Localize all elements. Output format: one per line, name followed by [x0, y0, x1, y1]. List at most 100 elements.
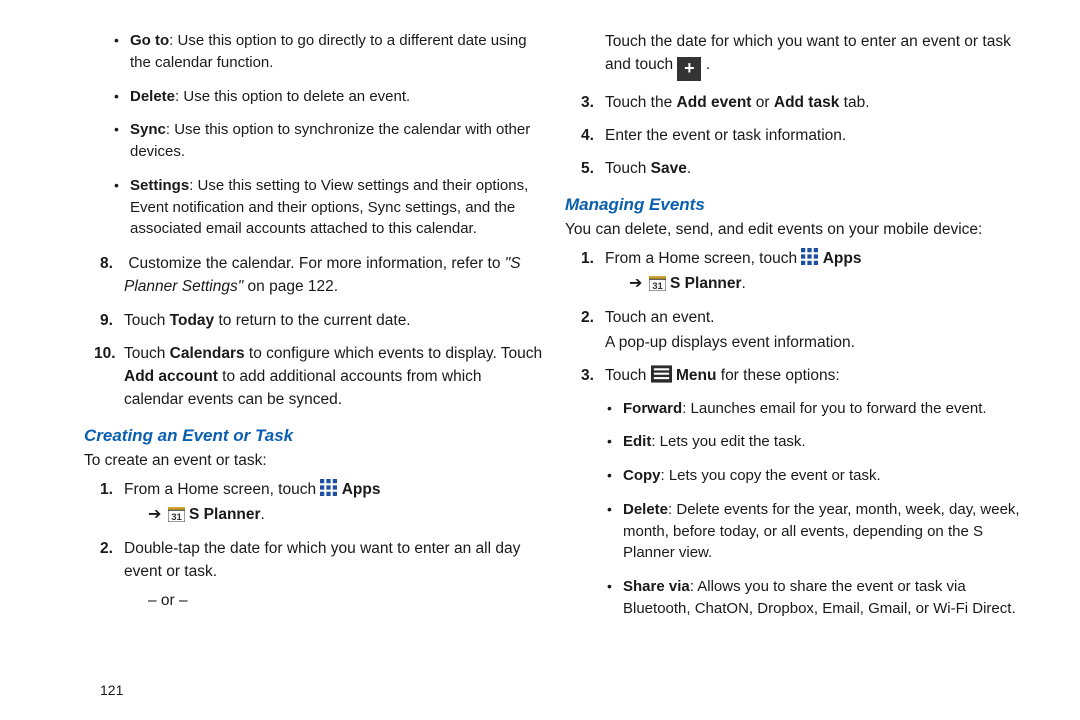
- text: .: [706, 56, 710, 73]
- ui-label: S Planner: [189, 506, 261, 523]
- step-9: 9. Touch Today to return to the current …: [124, 309, 545, 332]
- step-4: 4. Enter the event or task information.: [605, 124, 1026, 147]
- step-number: 5.: [581, 157, 594, 180]
- step-1: 1. From a Home screen, touch Apps ➔ 31 S…: [124, 478, 545, 527]
- desc: : Lets you copy the event or task.: [661, 467, 881, 484]
- manage-steps: 1. From a Home screen, touch Apps ➔ 31 S…: [581, 247, 1026, 388]
- create-steps: 1. From a Home screen, touch Apps ➔ 31 S…: [100, 478, 545, 613]
- left-column: Go to: Use this option to go directly to…: [100, 30, 573, 720]
- ui-label: Save: [651, 160, 687, 177]
- step-5: 5. Touch Save.: [605, 157, 1026, 180]
- text: A pop-up displays event information.: [605, 331, 1026, 354]
- ui-label: Apps: [823, 250, 862, 267]
- calendar-icon: 31: [649, 274, 666, 291]
- desc: : Lets you edit the task.: [651, 433, 805, 450]
- list-item: Forward: Launches email for you to forwa…: [623, 398, 1026, 420]
- step-number: 9.: [100, 309, 113, 332]
- step-number: 4.: [581, 124, 594, 147]
- list-item: Share via: Allows you to share the event…: [623, 576, 1026, 620]
- text: Touch an event.: [605, 309, 714, 326]
- desc: : Launches email for you to forward the …: [682, 400, 986, 417]
- text: on page 122.: [243, 278, 338, 295]
- ui-label: Add event: [677, 94, 752, 111]
- term: Sync: [130, 121, 166, 138]
- list-item: Settings: Use this setting to View setti…: [130, 175, 545, 240]
- ui-label: S Planner: [670, 275, 742, 292]
- step-number: 3.: [581, 364, 594, 387]
- step-number: 8.: [100, 252, 113, 275]
- manage-option-bullets: Forward: Launches email for you to forwa…: [581, 398, 1026, 620]
- list-item: Edit: Lets you edit the task.: [623, 431, 1026, 453]
- ui-label: Add account: [124, 368, 218, 385]
- text: .: [687, 160, 691, 177]
- calendar-icon: 31: [168, 505, 185, 522]
- left-steps: 8. Customize the calendar. For more info…: [100, 252, 545, 412]
- arrow-icon: ➔: [605, 275, 644, 292]
- text: to return to the current date.: [214, 312, 410, 329]
- step-number: 2.: [100, 537, 113, 560]
- text: Enter the event or task information.: [605, 127, 846, 144]
- apps-grid-icon: [320, 479, 337, 496]
- section-heading-creating: Creating an Event or Task: [84, 426, 545, 446]
- text: Touch the: [605, 94, 677, 111]
- ui-label: Calendars: [170, 345, 245, 362]
- text: Touch: [605, 160, 651, 177]
- apps-grid-icon: [801, 248, 818, 265]
- text: Touch: [605, 367, 651, 384]
- text: Touch the date for which you want to ent…: [605, 33, 1011, 73]
- term: Forward: [623, 400, 682, 417]
- text: or: [751, 94, 773, 111]
- list-item: Delete: Use this option to delete an eve…: [130, 86, 545, 108]
- page-root: Go to: Use this option to go directly to…: [0, 0, 1080, 720]
- svg-text:31: 31: [652, 281, 663, 291]
- svg-text:31: 31: [171, 512, 182, 522]
- step-10: 10. Touch Calendars to configure which e…: [124, 342, 545, 412]
- step-number: 1.: [581, 247, 594, 270]
- text: to configure which events to display. To…: [245, 345, 543, 362]
- intro-text: You can delete, send, and edit events on…: [565, 221, 1026, 239]
- step-number: 3.: [581, 91, 594, 114]
- step-number: 1.: [100, 478, 113, 501]
- right-steps-top: Touch the date for which you want to ent…: [581, 30, 1026, 181]
- plus-icon: +: [677, 57, 701, 81]
- term: Go to: [130, 32, 169, 49]
- ui-label: Apps: [342, 481, 381, 498]
- term: Copy: [623, 467, 661, 484]
- ui-label: Menu: [676, 367, 716, 384]
- step-number: 10.: [94, 342, 116, 365]
- text: Touch: [124, 312, 170, 329]
- step-continuation: Touch the date for which you want to ent…: [605, 30, 1026, 81]
- step-number: 2.: [581, 306, 594, 329]
- text: for these options:: [716, 367, 839, 384]
- intro-text: To create an event or task:: [84, 452, 545, 470]
- term: Delete: [130, 88, 175, 105]
- desc: : Delete events for the year, month, wee…: [623, 501, 1020, 562]
- or-separator: – or –: [148, 589, 545, 612]
- list-item: Go to: Use this option to go directly to…: [130, 30, 545, 74]
- right-column: Touch the date for which you want to ent…: [573, 30, 1046, 720]
- text: Customize the calendar. For more informa…: [128, 255, 504, 272]
- ui-label: Add task: [774, 94, 839, 111]
- step-2: 2. Touch an event. A pop-up displays eve…: [605, 306, 1026, 355]
- step-3: 3. Touch Menu for these options:: [605, 364, 1026, 387]
- text: .: [261, 506, 265, 523]
- list-item: Copy: Lets you copy the event or task.: [623, 465, 1026, 487]
- text: From a Home screen, touch: [124, 481, 320, 498]
- term: Settings: [130, 177, 189, 194]
- desc: : Use this option to go directly to a di…: [130, 32, 527, 71]
- text: .: [742, 275, 746, 292]
- term: Edit: [623, 433, 651, 450]
- text: tab.: [839, 94, 869, 111]
- section-heading-managing: Managing Events: [565, 195, 1026, 215]
- step-3: 3. Touch the Add event or Add task tab.: [605, 91, 1026, 114]
- desc: : Use this setting to View settings and …: [130, 177, 528, 238]
- text: From a Home screen, touch: [605, 250, 801, 267]
- step-1: 1. From a Home screen, touch Apps ➔ 31 S…: [605, 247, 1026, 296]
- desc: : Use this option to delete an event.: [175, 88, 410, 105]
- list-item: Delete: Delete events for the year, mont…: [623, 499, 1026, 564]
- term: Share via: [623, 578, 690, 595]
- text: Double-tap the date for which you want t…: [124, 540, 520, 580]
- desc: : Use this option to synchronize the cal…: [130, 121, 530, 160]
- text: Touch: [124, 345, 170, 362]
- step-2: 2. Double-tap the date for which you wan…: [124, 537, 545, 613]
